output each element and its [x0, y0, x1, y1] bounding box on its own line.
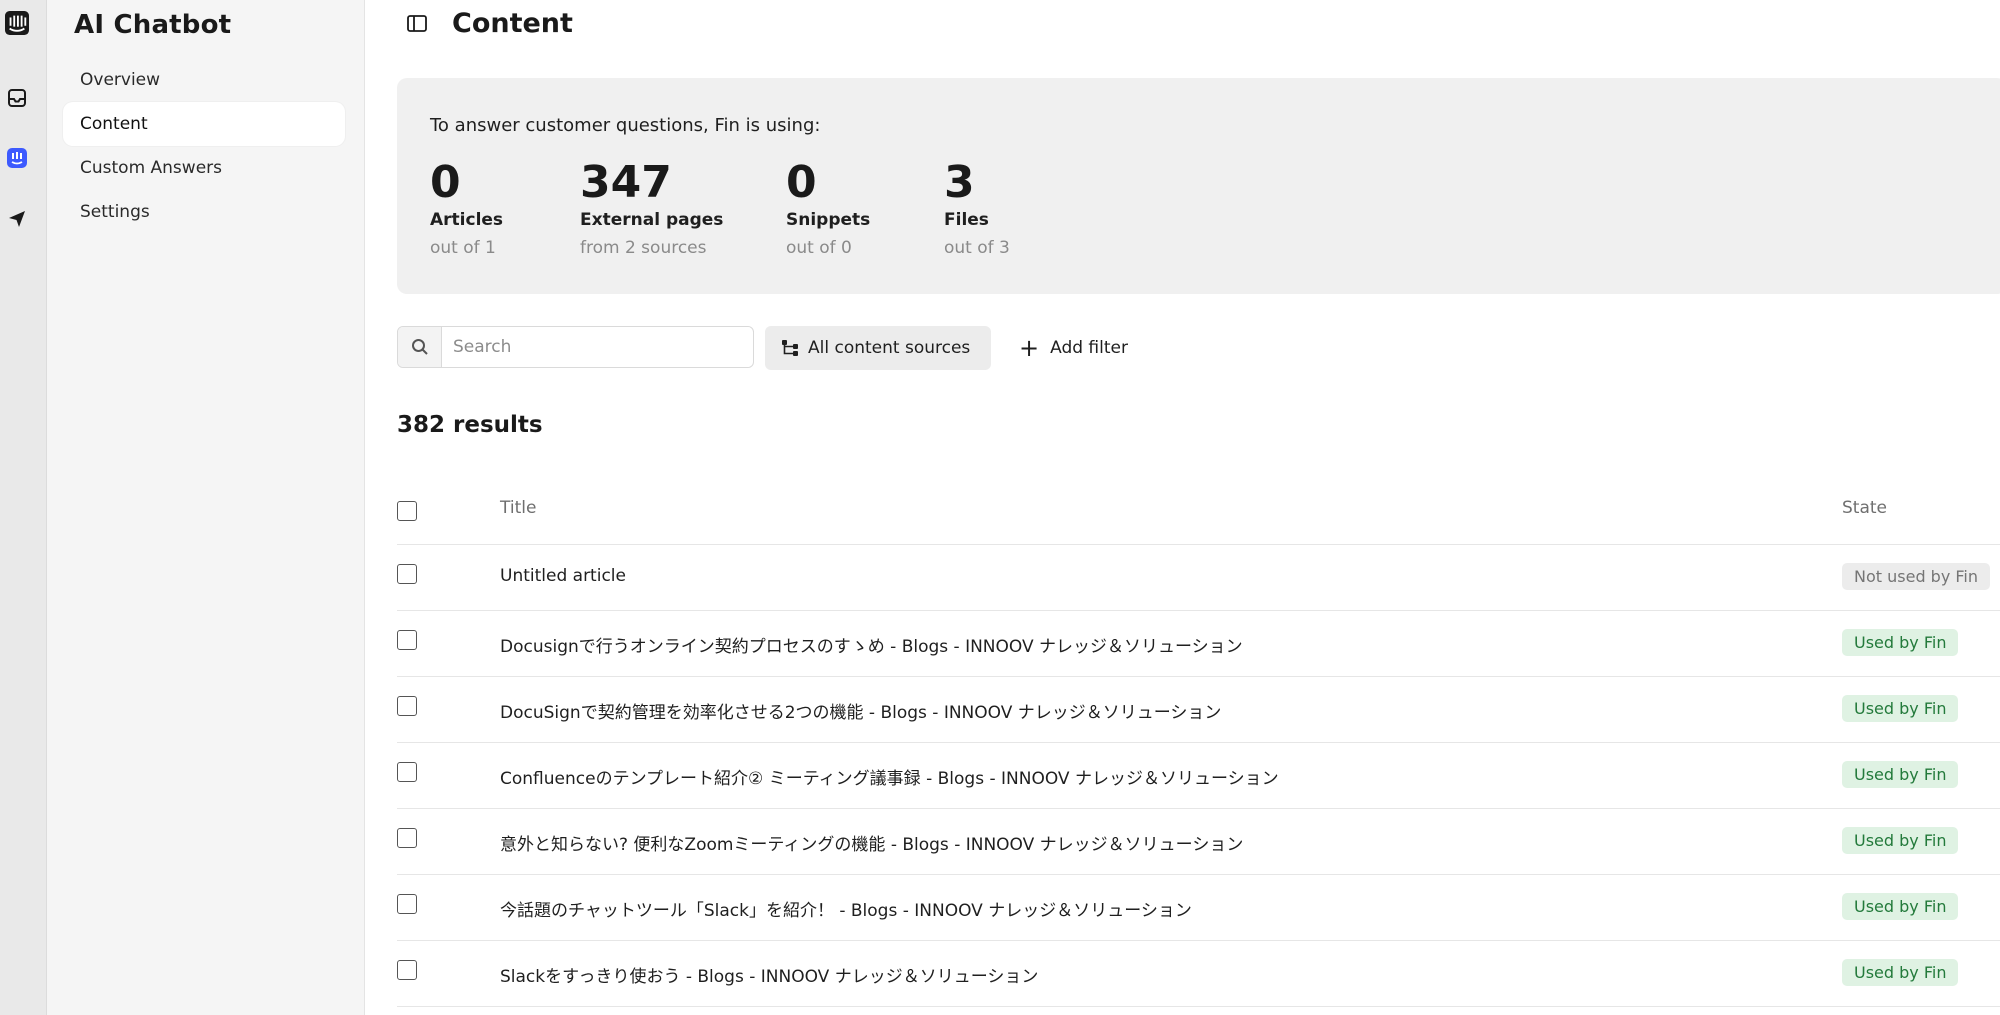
stat-label: Snippets: [786, 210, 871, 230]
row-checkbox[interactable]: [397, 564, 417, 584]
sidebar-item-custom-answers[interactable]: Custom Answers: [63, 146, 345, 190]
summary-intro: To answer customer questions, Fin is usi…: [430, 115, 821, 136]
sidebar-item-content[interactable]: Content: [63, 102, 345, 146]
table-row[interactable]: Docusignで行うオンライン契約プロセスのすゝめ - Blogs - INN…: [397, 611, 2000, 677]
stat-label: Articles: [430, 210, 504, 230]
table-row[interactable]: DocuSignで契約管理を効率化させる2つの機能 - Blogs - INNO…: [397, 677, 2000, 743]
search-input[interactable]: [442, 327, 750, 367]
row-title[interactable]: 今話題のチャットツール「Slack」を紹介！ - Blogs - INNOOV …: [500, 896, 1192, 921]
sidebar-item-overview[interactable]: Overview: [63, 58, 345, 102]
search-box: [397, 326, 754, 368]
stat-articles: 0 Articles out of 1: [430, 157, 504, 259]
sidebar-title: AI Chatbot: [74, 10, 232, 40]
status-badge: Used by Fin: [1842, 893, 1959, 920]
stat-sub: out of 3: [944, 238, 1010, 258]
row-title[interactable]: Untitled article: [500, 566, 626, 586]
sidebar: AI Chatbot Overview Content Custom Answe…: [47, 0, 365, 1015]
status-badge: Used by Fin: [1842, 629, 1959, 656]
row-title[interactable]: DocuSignで契約管理を効率化させる2つの機能 - Blogs - INNO…: [500, 698, 1221, 723]
row-checkbox[interactable]: [397, 696, 417, 716]
row-title[interactable]: 意外と知らない? 便利なZoomミーティングの機能 - Blogs - INNO…: [500, 830, 1243, 855]
stat-external-pages: 347 External pages from 2 sources: [580, 157, 724, 259]
add-filter-button[interactable]: + Add filter: [1019, 326, 1128, 370]
table-header: Title State: [397, 478, 2000, 545]
table-row[interactable]: Confluenceのテンプレート紹介② ミーティング議事録 - Blogs -…: [397, 743, 2000, 809]
stat-value: 0: [430, 157, 461, 208]
row-checkbox[interactable]: [397, 894, 417, 914]
results-count: 382 results: [397, 412, 543, 438]
app-icon-rail: [0, 0, 47, 1015]
sidebar-toggle-icon[interactable]: [407, 15, 427, 32]
table-row[interactable]: Slackをすっきり使おう - Blogs - INNOOV ナレッジ＆ソリュー…: [397, 941, 2000, 1007]
page-title: Content: [452, 8, 573, 39]
select-all-checkbox[interactable]: [397, 501, 417, 521]
status-badge: Used by Fin: [1842, 761, 1959, 788]
outbound-send-icon[interactable]: [5, 207, 29, 231]
stat-sub: out of 0: [786, 238, 852, 258]
row-checkbox[interactable]: [397, 828, 417, 848]
sidebar-item-settings[interactable]: Settings: [63, 190, 345, 234]
add-filter-label: Add filter: [1050, 338, 1128, 358]
inbox-icon[interactable]: [5, 86, 29, 110]
sources-branch-icon: [781, 339, 799, 357]
column-header-title[interactable]: Title: [500, 498, 536, 518]
status-badge: Used by Fin: [1842, 959, 1959, 986]
stat-label: Files: [944, 210, 989, 230]
status-badge: Used by Fin: [1842, 827, 1959, 854]
sources-button-label: All content sources: [808, 338, 971, 358]
content-table: Title State Untitled article Not used by…: [397, 478, 2000, 1007]
table-row[interactable]: 意外と知らない? 便利なZoomミーティングの機能 - Blogs - INNO…: [397, 809, 2000, 875]
stat-value: 347: [580, 157, 672, 208]
usage-summary-panel: To answer customer questions, Fin is usi…: [397, 78, 2000, 294]
row-checkbox[interactable]: [397, 630, 417, 650]
stat-snippets: 0 Snippets out of 0: [786, 157, 871, 259]
row-checkbox[interactable]: [397, 960, 417, 980]
intercom-logo-icon[interactable]: [5, 11, 29, 35]
table-row[interactable]: 今話題のチャットツール「Slack」を紹介！ - Blogs - INNOOV …: [397, 875, 2000, 941]
stat-label: External pages: [580, 210, 724, 230]
status-badge: Not used by Fin: [1842, 563, 1991, 590]
search-icon: [398, 327, 442, 367]
fin-bot-icon[interactable]: [5, 146, 29, 170]
main-content: Content To answer customer questions, Fi…: [365, 0, 2000, 1015]
row-checkbox[interactable]: [397, 762, 417, 782]
stat-value: 0: [786, 157, 817, 208]
stat-sub: out of 1: [430, 238, 496, 258]
row-title[interactable]: Slackをすっきり使おう - Blogs - INNOOV ナレッジ＆ソリュー…: [500, 962, 1038, 987]
plus-icon: +: [1019, 334, 1040, 362]
all-content-sources-button[interactable]: All content sources: [765, 326, 991, 370]
table-row[interactable]: Untitled article Not used by Fin: [397, 545, 2000, 611]
status-badge: Used by Fin: [1842, 695, 1959, 722]
row-title[interactable]: Docusignで行うオンライン契約プロセスのすゝめ - Blogs - INN…: [500, 632, 1243, 657]
column-header-state[interactable]: State: [1842, 498, 1887, 518]
stat-files: 3 Files out of 3: [944, 157, 1010, 259]
row-title[interactable]: Confluenceのテンプレート紹介② ミーティング議事録 - Blogs -…: [500, 764, 1279, 789]
stat-value: 3: [944, 157, 975, 208]
stat-sub: from 2 sources: [580, 238, 707, 258]
